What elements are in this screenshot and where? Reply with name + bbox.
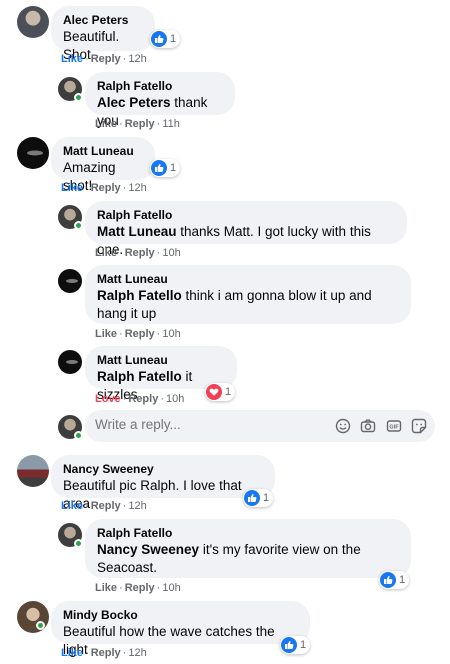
reaction-count-number: 1 — [263, 492, 270, 504]
emoji-icon[interactable] — [335, 418, 351, 434]
like-button[interactable]: Like — [95, 582, 117, 594]
reply-button[interactable]: Reply — [91, 500, 121, 512]
timestamp[interactable]: 10h — [162, 247, 180, 259]
reply-box[interactable]: GIF — [85, 410, 435, 442]
like-button[interactable]: Like — [95, 328, 117, 340]
timestamp[interactable]: 12h — [128, 182, 146, 194]
comment-actions: Love · Reply · 10h — [95, 393, 185, 405]
reply-button[interactable]: Reply — [125, 328, 155, 340]
comment-author[interactable]: Matt Luneau — [63, 144, 143, 159]
reaction-count[interactable]: 1 — [150, 159, 181, 177]
comment-author[interactable]: Nancy Sweeney — [63, 462, 263, 477]
reply-button[interactable]: Reply — [91, 182, 121, 194]
comment-author[interactable]: Alec Peters — [63, 13, 143, 28]
reaction-count[interactable]: 1 — [150, 30, 181, 48]
reply-button[interactable]: Reply — [125, 582, 155, 594]
reply-button[interactable]: Reply — [91, 53, 121, 65]
comment-author[interactable]: Matt Luneau — [97, 353, 225, 368]
avatar[interactable] — [17, 601, 49, 633]
reaction-count-number: 1 — [225, 386, 232, 398]
comment-bubble: Nancy Sweeney Beautiful pic Ralph. I lov… — [51, 455, 275, 511]
comment-actions: Like · Reply · 12h — [61, 647, 147, 659]
comment-actions: Like · Reply · 12h — [61, 500, 147, 512]
reply-button[interactable]: Reply — [125, 247, 155, 259]
comment-bubble: Ralph Fatello Nancy Sweeney it's my favo… — [85, 519, 411, 578]
comment-author[interactable]: Ralph Fatello — [97, 79, 223, 94]
comment-actions: Like · Reply · 10h — [95, 328, 181, 340]
mention-tag[interactable]: Alec Peters — [97, 95, 171, 110]
reply-input[interactable] — [95, 417, 315, 432]
reaction-count-number: 1 — [170, 162, 177, 174]
mention-tag[interactable]: Nancy Sweeney — [97, 542, 199, 557]
comment-bubble: Ralph Fatello Matt Luneau thanks Matt. I… — [85, 201, 407, 257]
avatar[interactable] — [17, 455, 49, 487]
comment-author[interactable]: Ralph Fatello — [97, 526, 399, 541]
comment-bubble: Alec Peters Beautiful. Shot — [51, 6, 155, 62]
comment-author[interactable]: Matt Luneau — [97, 272, 399, 287]
online-status-indicator — [74, 539, 83, 548]
online-status-indicator — [74, 93, 83, 102]
like-button[interactable]: Like — [61, 53, 83, 65]
avatar[interactable] — [58, 350, 82, 374]
gif-icon[interactable]: GIF — [386, 418, 402, 434]
avatar[interactable] — [17, 6, 49, 38]
reaction-count-number: 1 — [300, 639, 307, 651]
like-button[interactable]: Like — [95, 118, 117, 130]
timestamp[interactable]: 11h — [162, 118, 180, 130]
reaction-count[interactable]: 1 — [280, 636, 311, 654]
comment-actions: Like · Reply · 11h — [95, 118, 180, 130]
timestamp[interactable]: 12h — [128, 500, 146, 512]
online-status-indicator — [74, 431, 83, 440]
comment-actions: Like · Reply · 10h — [95, 582, 181, 594]
timestamp[interactable]: 10h — [162, 328, 180, 340]
mention-tag[interactable]: Ralph Fatello — [97, 369, 182, 384]
like-reaction-icon — [151, 160, 167, 176]
love-reaction-icon — [206, 384, 222, 400]
comment-text: Ralph Fatello think i am gonna blow it u… — [97, 288, 372, 321]
mention-tag[interactable]: Matt Luneau — [97, 224, 177, 239]
like-reaction-icon — [281, 637, 297, 653]
comment-actions: Like · Reply · 12h — [61, 182, 147, 194]
like-button[interactable]: Like — [61, 500, 83, 512]
like-button[interactable]: Like — [61, 182, 83, 194]
like-button[interactable]: Like — [61, 647, 83, 659]
reply-button[interactable]: Reply — [128, 393, 158, 405]
like-reaction-icon — [244, 490, 260, 506]
timestamp[interactable]: 12h — [128, 53, 146, 65]
online-status-indicator — [74, 221, 83, 230]
comment-actions: Like · Reply · 12h — [61, 53, 147, 65]
comment-author[interactable]: Ralph Fatello — [97, 208, 395, 223]
reaction-count[interactable]: 1 — [379, 571, 410, 589]
svg-text:GIF: GIF — [389, 425, 399, 431]
reaction-count[interactable]: 1 — [243, 489, 274, 507]
comment-text: Nancy Sweeney it's my favorite view on t… — [97, 542, 361, 575]
comment-author[interactable]: Mindy Bocko — [63, 608, 298, 623]
reaction-count-number: 1 — [170, 33, 177, 45]
reaction-count[interactable]: 1 — [205, 383, 236, 401]
comment-bubble: Matt Luneau Ralph Fatello think i am gon… — [85, 265, 411, 324]
avatar[interactable] — [58, 269, 82, 293]
love-button[interactable]: Love — [95, 393, 121, 405]
mention-tag[interactable]: Ralph Fatello — [97, 288, 182, 303]
comment-actions: Like · Reply · 10h — [95, 247, 181, 259]
reply-button[interactable]: Reply — [125, 118, 155, 130]
online-status-indicator — [36, 621, 45, 630]
like-button[interactable]: Like — [95, 247, 117, 259]
avatar[interactable] — [17, 137, 49, 169]
comment-bubble: Mindy Bocko Beautiful how the wave catch… — [51, 601, 310, 657]
camera-icon[interactable] — [360, 418, 376, 434]
like-reaction-icon — [380, 572, 396, 588]
like-reaction-icon — [151, 31, 167, 47]
reaction-count-number: 1 — [399, 574, 406, 586]
timestamp[interactable]: 12h — [128, 647, 146, 659]
reply-button[interactable]: Reply — [91, 647, 121, 659]
sticker-icon[interactable] — [411, 418, 427, 434]
timestamp[interactable]: 10h — [162, 582, 180, 594]
timestamp[interactable]: 10h — [166, 393, 184, 405]
comment-bubble: Matt Luneau Amazing shot! — [51, 137, 155, 193]
comment-bubble: Ralph Fatello Alec Peters thank you — [85, 72, 235, 128]
